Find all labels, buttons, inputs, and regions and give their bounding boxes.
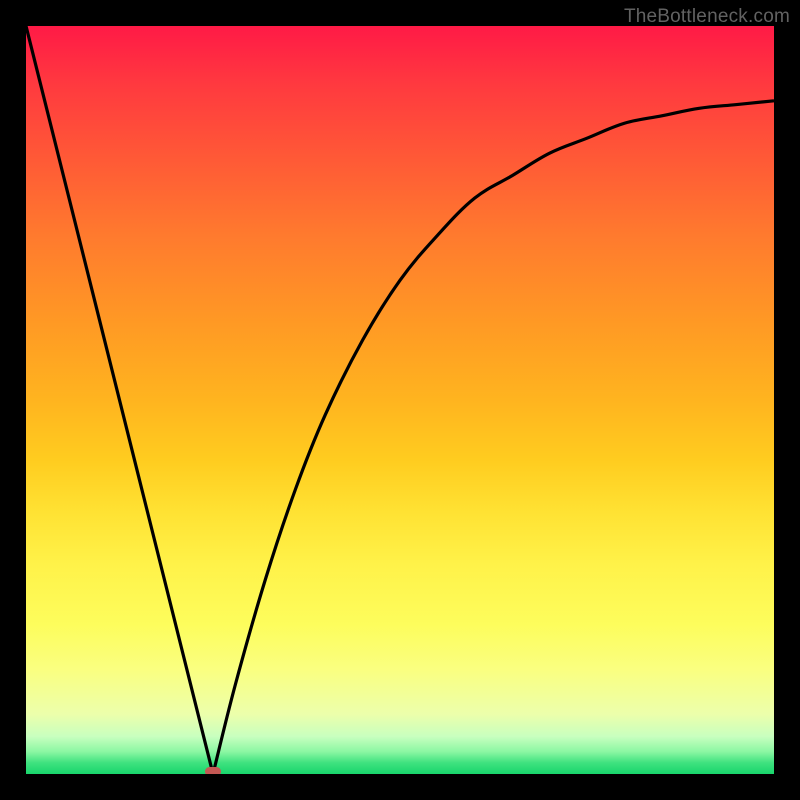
bottleneck-curve (26, 26, 774, 774)
plot-area (26, 26, 774, 774)
minimum-marker (205, 767, 221, 774)
chart-frame: TheBottleneck.com (0, 0, 800, 800)
curve-svg (26, 26, 774, 774)
watermark-text: TheBottleneck.com (624, 6, 790, 28)
